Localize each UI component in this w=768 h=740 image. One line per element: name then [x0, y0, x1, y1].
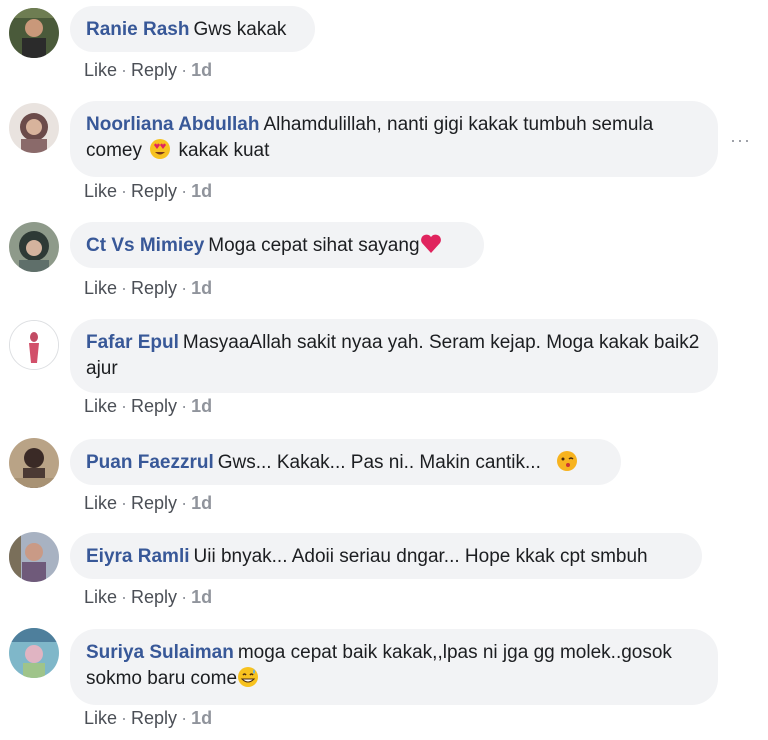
author-name[interactable]: Eiyra Ramli — [86, 546, 190, 567]
author-name[interactable]: Noorliana Abdullah — [86, 114, 259, 135]
ellipsis-icon[interactable]: ··· — [730, 130, 751, 151]
author-name[interactable]: Puan Faezzrul — [86, 452, 214, 473]
avatar[interactable] — [9, 320, 59, 370]
comment-bubble: Ct Vs Mimiey Moga cepat sihat sayang — [70, 222, 484, 268]
comment-text: Moga cepat sihat sayang — [208, 235, 420, 256]
like-link[interactable]: Like — [84, 708, 117, 728]
reply-link[interactable]: Reply — [131, 278, 177, 298]
avatar[interactable] — [9, 532, 59, 582]
comment-bubble: Eiyra Ramli Uii bnyak... Adoii seriau dng… — [70, 533, 702, 579]
timestamp[interactable]: 1d — [191, 60, 212, 80]
like-link[interactable]: Like — [84, 396, 117, 416]
comment-text-end: kakak kuat — [178, 140, 270, 161]
timestamp[interactable]: 1d — [191, 181, 212, 201]
comment-actions: Like · Reply · 1d — [84, 493, 213, 513]
timestamp[interactable]: 1d — [191, 493, 212, 513]
heart-emoji — [420, 233, 442, 255]
comment-actions: Like · Reply · 1d — [84, 708, 213, 728]
author-name[interactable]: Fafar Epul — [86, 332, 179, 353]
comment-bubble: Ranie Rash Gws kakak — [70, 6, 315, 52]
like-link[interactable]: Like — [84, 493, 117, 513]
timestamp[interactable]: 1d — [191, 396, 212, 416]
reply-link[interactable]: Reply — [131, 708, 177, 728]
kiss-emoji — [556, 450, 578, 472]
timestamp[interactable]: 1d — [191, 278, 212, 298]
timestamp[interactable]: 1d — [191, 708, 212, 728]
comment-bubble: Puan Faezzrul Gws... Kakak... Pas ni.. Ma… — [70, 439, 621, 485]
comment-actions: Like · Reply · 1d — [84, 587, 213, 607]
comment-text: Gws kakak — [193, 19, 287, 40]
comment-bubble: Noorliana Abdullah Alhamdulillah, nanti g… — [70, 101, 718, 177]
reply-link[interactable]: Reply — [131, 396, 177, 416]
avatar[interactable] — [9, 628, 59, 678]
like-link[interactable]: Like — [84, 587, 117, 607]
reply-link[interactable]: Reply — [131, 181, 177, 201]
comment-bubble: Fafar Epul MasyaaAllah sakit nyaa yah. Se… — [70, 319, 718, 393]
comment-text: Uii bnyak... Adoii seriau dngar... Hope … — [193, 546, 648, 567]
timestamp[interactable]: 1d — [191, 587, 212, 607]
like-link[interactable]: Like — [84, 60, 117, 80]
reply-link[interactable]: Reply — [131, 587, 177, 607]
avatar[interactable] — [9, 103, 59, 153]
author-name[interactable]: Ct Vs Mimiey — [86, 235, 204, 256]
author-name[interactable]: Suriya Sulaiman — [86, 642, 234, 663]
like-link[interactable]: Like — [84, 278, 117, 298]
avatar[interactable] — [9, 8, 59, 58]
comment-actions: Like · Reply · 1d — [84, 181, 213, 201]
heart-eyes-emoji — [149, 138, 171, 160]
like-link[interactable]: Like — [84, 181, 117, 201]
author-name[interactable]: Ranie Rash — [86, 19, 189, 40]
comment-actions: Like · Reply · 1d — [84, 396, 213, 416]
reply-link[interactable]: Reply — [131, 493, 177, 513]
comment-actions: Like · Reply · 1d — [84, 278, 213, 298]
grin-sweat-emoji — [237, 666, 259, 688]
comment-actions: Like · Reply · 1d — [84, 60, 213, 80]
avatar[interactable] — [9, 222, 59, 272]
avatar[interactable] — [9, 438, 59, 488]
comment-text: Gws... Kakak... Pas ni.. Makin cantik... — [217, 452, 541, 473]
comment-bubble: Suriya Sulaiman moga cepat baik kakak,,lp… — [70, 629, 718, 705]
reply-link[interactable]: Reply — [131, 60, 177, 80]
